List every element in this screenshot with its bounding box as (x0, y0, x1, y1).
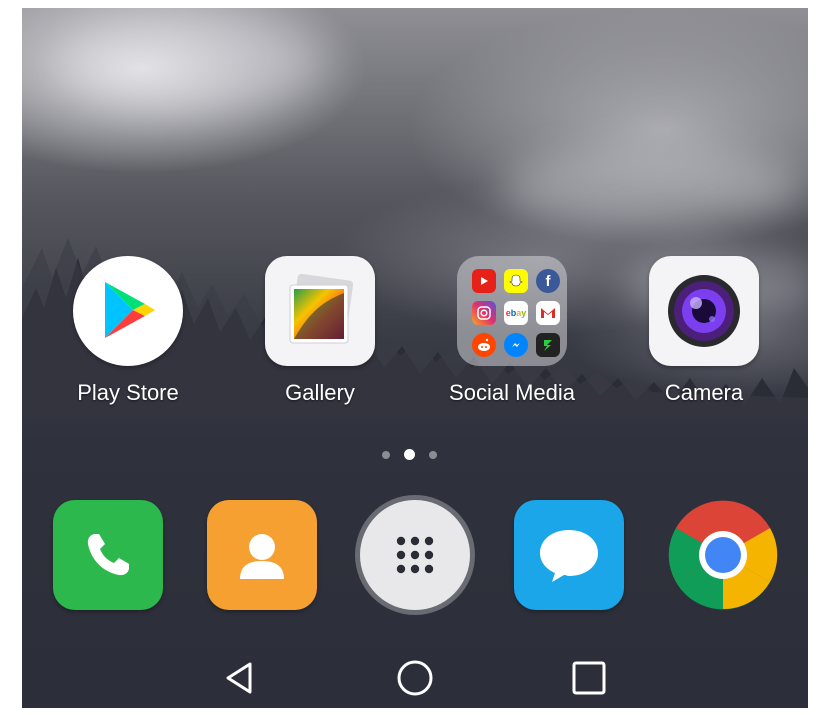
snapchat-icon (504, 269, 528, 293)
facebook-icon: f (536, 269, 560, 293)
camera-icon (649, 256, 759, 366)
messenger-icon (504, 333, 528, 357)
messages-icon[interactable] (514, 500, 624, 610)
ebay-icon: ebay (504, 301, 528, 325)
chrome-icon[interactable] (668, 500, 778, 610)
app-camera[interactable]: Camera (649, 256, 759, 406)
social-media-folder-icon: f ebay (457, 256, 567, 366)
gallery-icon (265, 256, 375, 366)
instagram-icon (472, 301, 496, 325)
home-screen: Play Store Gallery f e b a y Social Medi… (22, 8, 808, 708)
app-label: Gallery (285, 380, 355, 405)
play-store-icon (73, 256, 183, 366)
app-folder-social-media[interactable]: f ebay Social Media (449, 256, 575, 406)
app-label: Play Store (77, 380, 179, 405)
reddit-icon (472, 333, 496, 357)
mist (62, 18, 322, 108)
deals-icon (536, 333, 560, 357)
dock (22, 498, 808, 618)
app-label: Social Media (449, 380, 575, 405)
youtube-icon (472, 269, 496, 293)
app-gallery[interactable]: Gallery (265, 256, 375, 406)
page-indicator (382, 449, 437, 460)
gmail-icon (536, 301, 560, 325)
mist (502, 148, 802, 228)
app-play-store[interactable]: Play Store (73, 256, 183, 406)
back-icon[interactable] (210, 648, 270, 708)
app-label: Camera (664, 380, 744, 405)
app-drawer-icon[interactable] (360, 500, 470, 610)
page-dot-current[interactable] (404, 449, 415, 460)
home-icon[interactable] (385, 648, 445, 708)
phone-icon[interactable] (53, 500, 163, 610)
contacts-icon[interactable] (207, 500, 317, 610)
recents-icon[interactable] (559, 648, 619, 708)
navigation-bar (22, 648, 808, 708)
page-dot[interactable] (429, 450, 437, 459)
page-dot[interactable] (382, 450, 390, 459)
